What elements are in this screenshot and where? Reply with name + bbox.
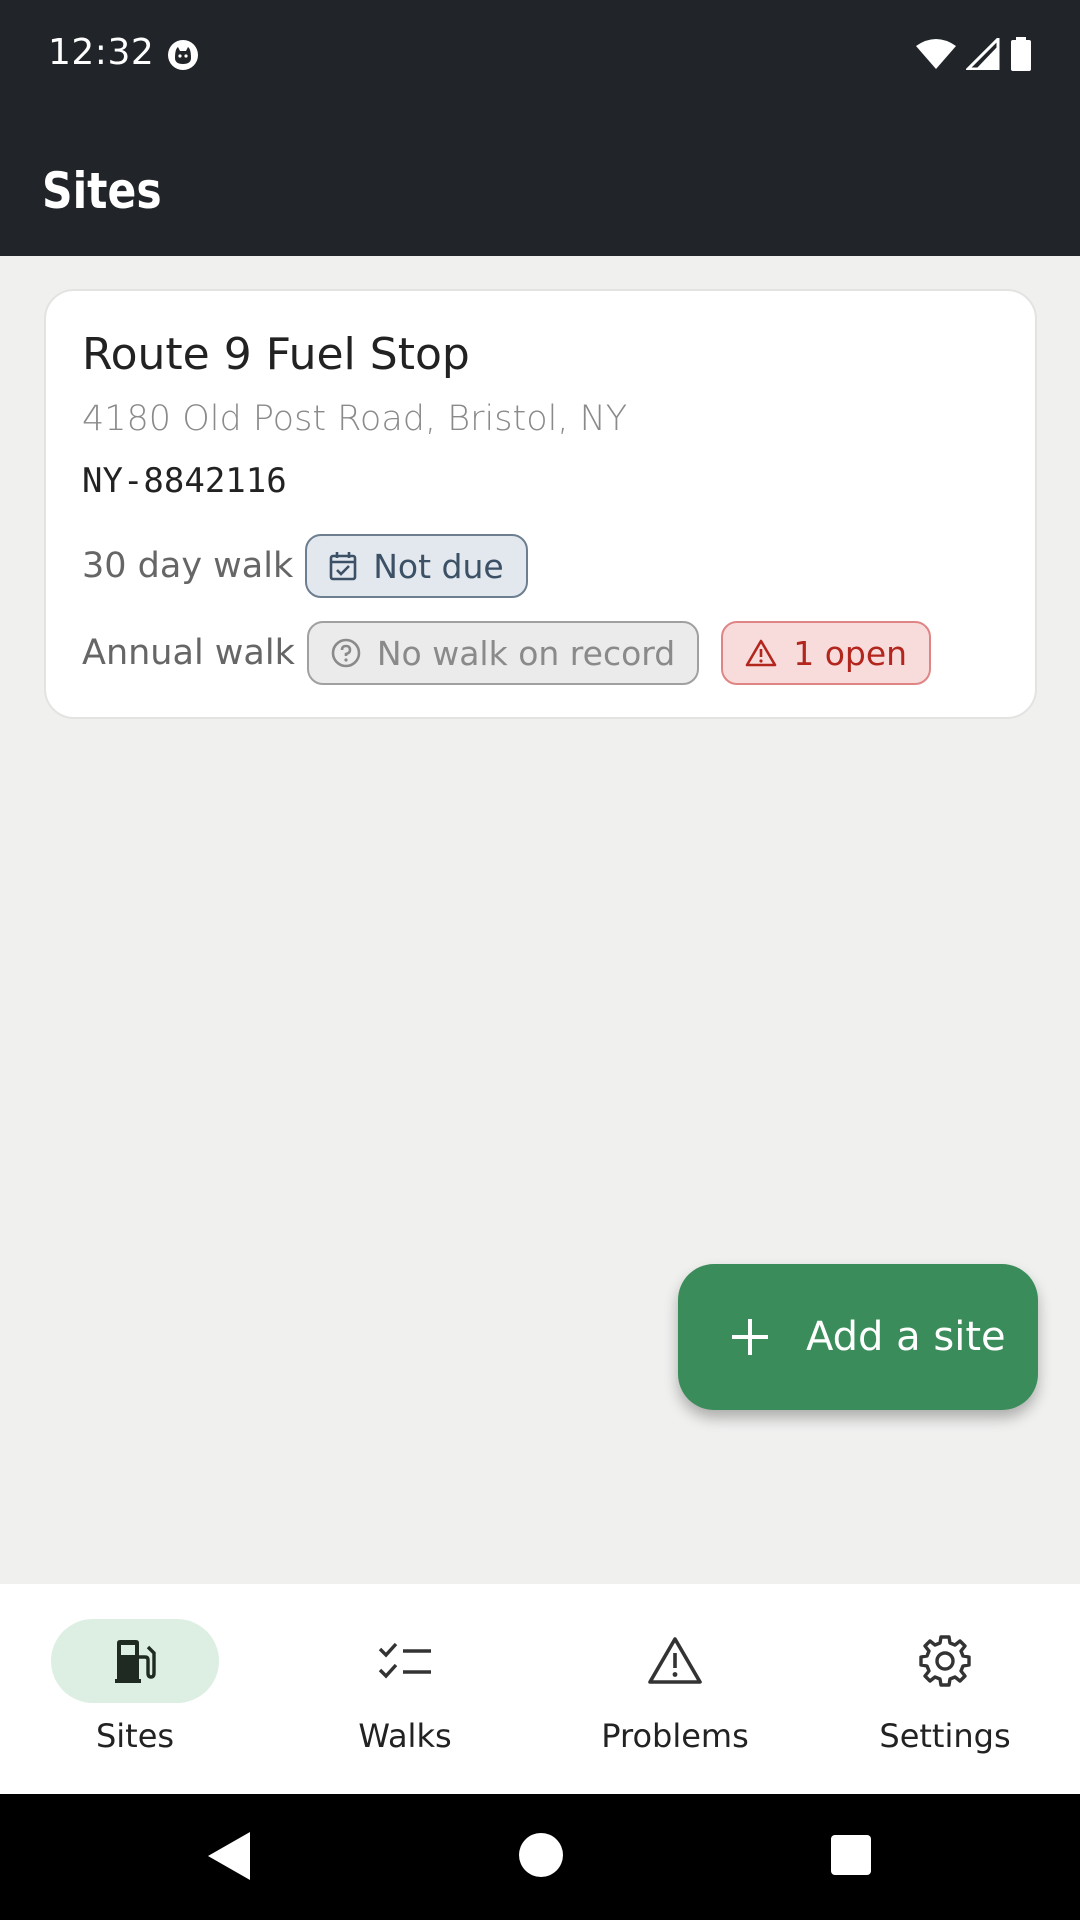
walk-annual-label: Annual walk: [82, 633, 295, 673]
fuel-pump-icon: [115, 1640, 156, 1683]
page-title: Sites: [42, 162, 162, 220]
back-icon[interactable]: [206, 1830, 252, 1882]
nav-active-indicator: [51, 1619, 219, 1703]
problems-open-badge: 1 open: [721, 621, 932, 685]
site-address: 4180 Old Post Road, Bristol, NY: [82, 399, 628, 439]
nav-icon-container: [321, 1619, 489, 1703]
walk-30-day-status: Not due: [373, 546, 504, 586]
system-navigation-bar: [0, 1794, 1080, 1920]
question-circle-icon: [331, 638, 361, 668]
nav-label-sites: Sites: [95, 1717, 175, 1755]
walk-30-day-label: 30 day walk: [82, 546, 294, 586]
site-card[interactable]: Route 9 Fuel Stop 4180 Old Post Road, Br…: [44, 289, 1037, 719]
warning-triangle-icon: [648, 1637, 702, 1684]
warning-triangle-icon: [745, 639, 777, 667]
notification-cat-icon: [168, 40, 198, 70]
bottom-navigation: Sites Walks Problems Settings: [0, 1584, 1080, 1794]
site-id: NY-8842116: [82, 461, 287, 501]
wifi-icon: [916, 39, 956, 69]
gear-icon: [919, 1635, 971, 1687]
walk-annual-status-chip: No walk on record: [306, 621, 700, 685]
signal-icon: [966, 38, 1000, 70]
nav-icon-container: [591, 1619, 759, 1703]
site-name: Route 9 Fuel Stop: [82, 329, 470, 380]
status-bar: 12:32: [0, 0, 1080, 110]
plus-icon: [732, 1319, 768, 1355]
nav-item-problems[interactable]: Problems: [540, 1584, 810, 1794]
walk-annual-status: No walk on record: [376, 633, 676, 673]
status-indicators: [916, 36, 1032, 72]
nav-icon-container: [861, 1619, 1029, 1703]
add-site-label: Add a site: [806, 1314, 1006, 1360]
nav-item-sites[interactable]: Sites: [0, 1584, 270, 1794]
home-icon[interactable]: [518, 1832, 564, 1878]
nav-label-settings: Settings: [879, 1717, 1011, 1755]
nav-label-problems: Problems: [601, 1717, 749, 1755]
checklist-icon: [378, 1642, 431, 1679]
problems-open-count: 1 open: [793, 633, 908, 673]
nav-item-walks[interactable]: Walks: [270, 1584, 540, 1794]
nav-item-settings[interactable]: Settings: [810, 1584, 1080, 1794]
app-bar: Sites: [0, 110, 1080, 256]
add-site-button[interactable]: Add a site: [678, 1264, 1038, 1410]
calendar-check-icon: [329, 552, 357, 581]
walk-annual-row: Annual walk No walk on record 1 open: [82, 621, 932, 685]
recents-icon[interactable]: [830, 1834, 872, 1876]
walk-30-day-row: 30 day walk Not due: [82, 534, 528, 598]
status-time: 12:32: [48, 32, 155, 73]
battery-icon: [1011, 37, 1031, 71]
walk-30-day-status-chip: Not due: [305, 534, 528, 598]
nav-label-walks: Walks: [358, 1717, 452, 1755]
